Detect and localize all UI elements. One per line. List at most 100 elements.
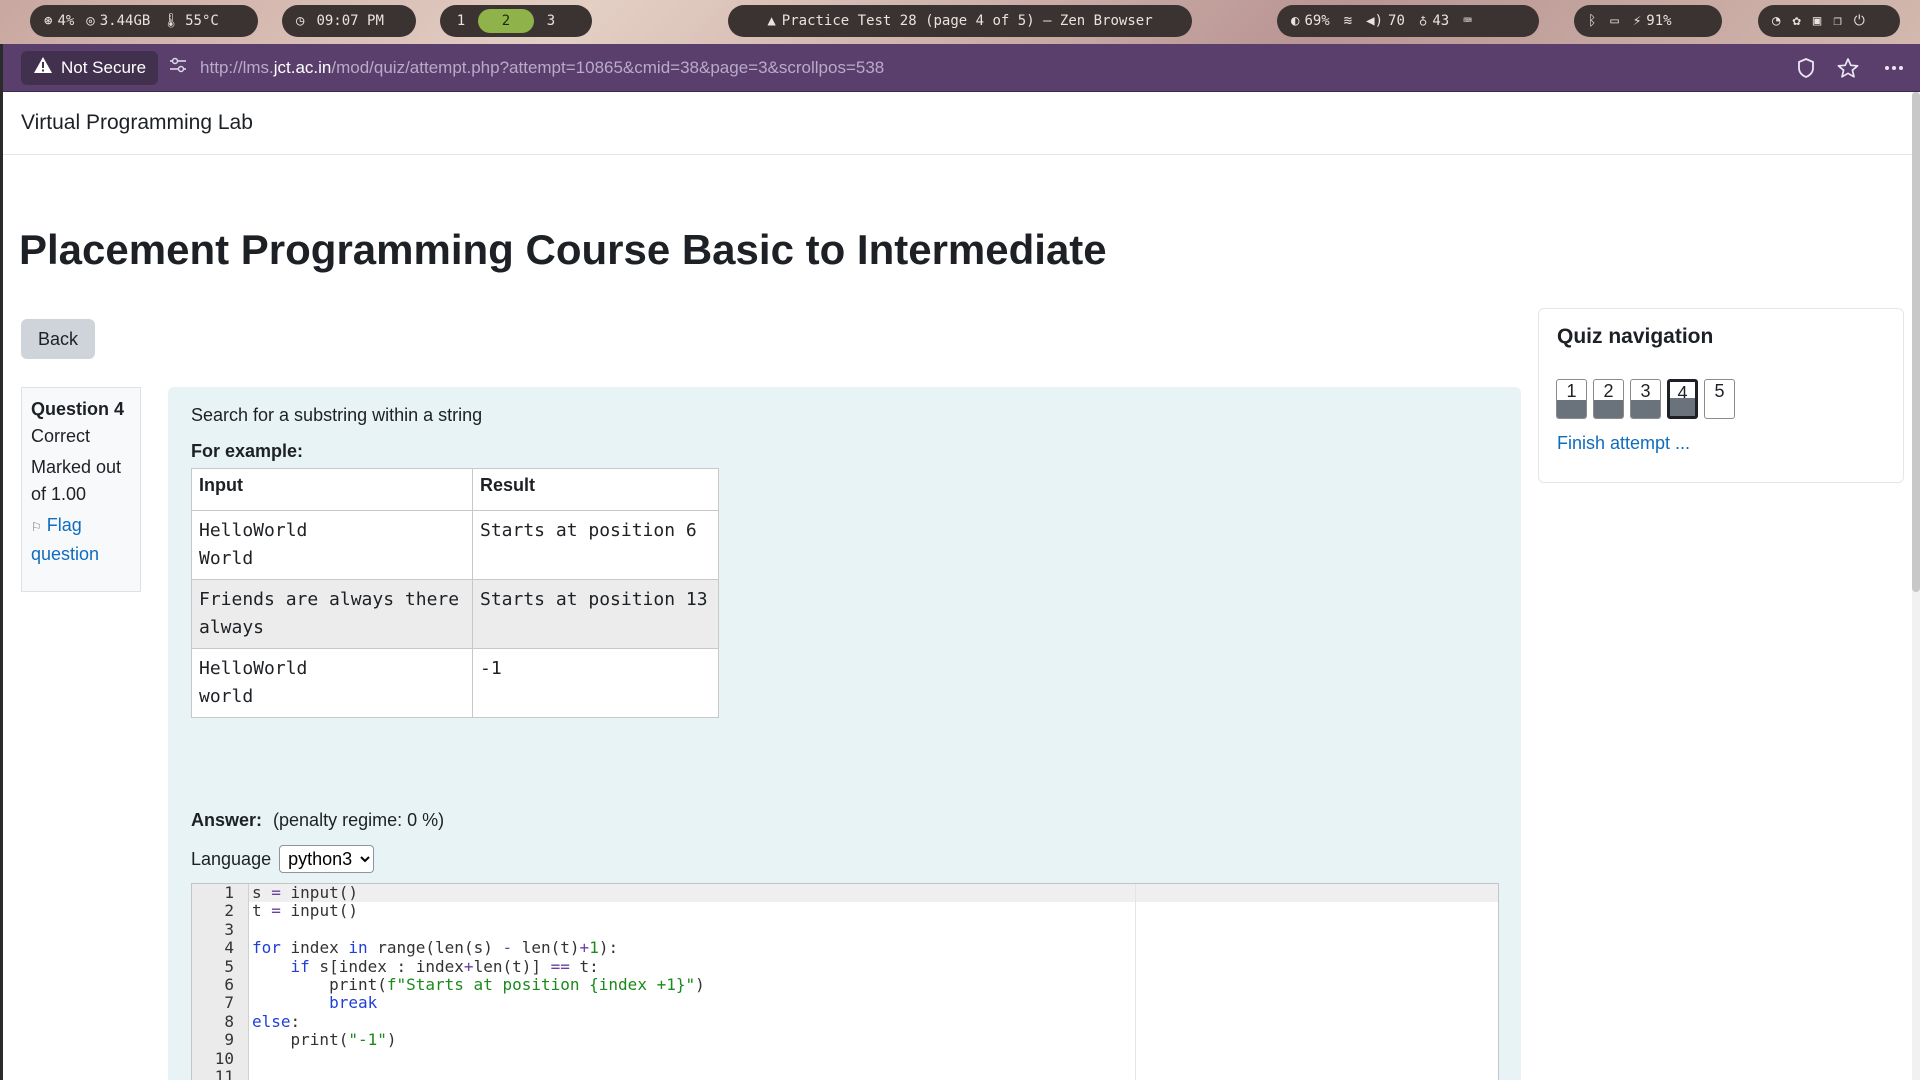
memory-icon: ◎ xyxy=(86,13,95,29)
back-button[interactable]: Back xyxy=(21,319,96,359)
quiz-nav-button-2[interactable]: 2 xyxy=(1593,379,1624,419)
status-indicators: ◐ 69% ≋ ◀) 70 ♁ 43 ⌨ xyxy=(1277,5,1539,37)
code-line[interactable]: 8 else: xyxy=(192,1011,1498,1031)
answered-indicator xyxy=(1557,400,1586,418)
language-select[interactable]: python3 xyxy=(279,845,375,873)
input-line: Friends are always there xyxy=(199,589,460,610)
example-table: Input Result HelloWorld World Starts at p… xyxy=(191,468,719,718)
table-row: HelloWorld world -1 xyxy=(191,648,719,718)
quiz-nav-button-1[interactable]: 1 xyxy=(1556,379,1587,419)
page-scrollbar[interactable] xyxy=(1912,92,1920,1080)
url-prefix: http://lms. xyxy=(200,57,274,77)
table-row: HelloWorld World Starts at position 6 xyxy=(191,510,719,580)
more-menu-icon[interactable] xyxy=(1882,56,1906,80)
security-label: Not Secure xyxy=(61,57,147,77)
answered-indicator xyxy=(1670,398,1695,416)
question-number: Question 4 xyxy=(31,399,125,419)
palette-icon[interactable]: ✿ xyxy=(1792,13,1800,29)
ghost-icon[interactable]: ◔ xyxy=(1772,13,1780,29)
code-line[interactable]: 7 break xyxy=(192,993,1498,1012)
code-text[interactable]: t = input() xyxy=(252,901,358,920)
quiz-navigation-panel: Quiz navigation 1 2 345 Finish attempt ... xyxy=(1538,308,1904,483)
url-domain: jct.ac.in xyxy=(273,57,332,77)
code-text[interactable]: s = input() xyxy=(252,884,358,902)
code-line[interactable]: 4 for index in range(len(s) - len(t)+1): xyxy=(192,938,1498,957)
tray-icons: ◔ ✿ ▣ ❐ ⏻ xyxy=(1758,5,1900,37)
quiz-nav-button-3[interactable]: 3 xyxy=(1630,379,1661,419)
quiz-nav-button-label: 5 xyxy=(1714,381,1725,401)
code-text[interactable]: break xyxy=(252,994,377,1012)
code-line[interactable]: 5 if s[index : index+len(t)] == t: xyxy=(192,957,1498,976)
flag-question-label: Flag question xyxy=(31,515,100,564)
column-header-input: Input xyxy=(191,468,473,511)
star-icon[interactable] xyxy=(1836,56,1860,80)
code-text[interactable]: for index in range(len(s) - len(t)+1): xyxy=(252,938,618,957)
flag-question-link[interactable]: ⚐ Flag question xyxy=(31,515,99,564)
mic-icon[interactable]: ♁ xyxy=(1419,13,1427,29)
quiz-nav-button-4[interactable]: 4 xyxy=(1667,379,1698,419)
code-text[interactable]: print("-1") xyxy=(252,1030,397,1049)
power-icon[interactable]: ⏻ xyxy=(1854,13,1865,29)
code-line[interactable]: 3 xyxy=(192,919,1498,939)
site-header: Virtual Programming Lab xyxy=(3,92,1920,155)
line-number: 2 xyxy=(224,901,234,921)
question-content: Search for a substring within a string F… xyxy=(168,387,1521,1080)
url-text[interactable]: http://lms.jct.ac.in/mod/quiz/attempt.ph… xyxy=(200,58,1776,78)
input-line: always xyxy=(199,617,265,638)
bluetooth-icon[interactable]: ᛒ xyxy=(1588,13,1596,29)
line-number: 11 xyxy=(214,1067,234,1080)
column-header-result: Result xyxy=(472,468,719,511)
line-number: 3 xyxy=(224,919,234,939)
code-line[interactable]: 9 print("-1") xyxy=(192,1030,1498,1050)
battery-icon: ⚡ xyxy=(1632,13,1642,29)
code-line[interactable]: 1 s = input() xyxy=(192,884,1498,902)
clock: ◷ 09:07 PM xyxy=(282,5,416,37)
code-line[interactable]: 11 xyxy=(192,1067,1498,1080)
question-state: Correct xyxy=(31,426,91,446)
code-text[interactable]: if s[index : index+len(t)] == t: xyxy=(252,957,599,976)
finish-attempt-link[interactable]: Finish attempt ... xyxy=(1557,433,1690,454)
code-editor[interactable]: 1 s = input() 2 t = input() 3 4 for index in r… xyxy=(191,883,1499,1080)
url-path: /mod/quiz/attempt.php?attempt=10865&cmid… xyxy=(331,57,885,77)
page-content: Virtual Programming Lab Placement Progra… xyxy=(3,92,1920,1080)
battery-level: 91% xyxy=(1646,13,1672,29)
quiz-nav-button-label: 2 xyxy=(1603,381,1614,401)
example-heading: For example: xyxy=(191,441,304,461)
code-line[interactable]: 2 t = input() xyxy=(192,901,1498,921)
clipboard-icon[interactable]: ❐ xyxy=(1833,13,1841,29)
line-number: 8 xyxy=(224,1011,234,1031)
volume-level: 70 xyxy=(1388,13,1405,29)
volume-icon[interactable]: ◀) xyxy=(1366,13,1383,29)
quiz-nav-button-5[interactable]: 5 xyxy=(1704,379,1735,419)
site-name[interactable]: Virtual Programming Lab xyxy=(21,111,253,135)
code-text[interactable]: print(f"Starts at position {index +1}") xyxy=(252,975,705,994)
answered-indicator xyxy=(1631,400,1660,418)
wifi-icon[interactable]: ≋ xyxy=(1344,13,1352,29)
security-indicator[interactable]: Not Secure xyxy=(21,50,159,85)
system-stats: ⊛ 4% ◎ 3.44GB 🌡︎ 55°C xyxy=(30,5,258,37)
app-arrow-icon: ▲ xyxy=(767,13,776,29)
workspace-3[interactable]: 3 xyxy=(538,13,564,29)
answer-line: Answer: (penalty regime: 0 %) xyxy=(191,810,444,831)
table-header-row: Input Result xyxy=(191,468,719,511)
answered-indicator xyxy=(1594,400,1623,418)
quiz-nav-button-label: 1 xyxy=(1566,381,1577,401)
answer-label: Answer: xyxy=(191,810,263,830)
code-line[interactable]: 6 print(f"Starts at position {index +1}"… xyxy=(192,975,1498,994)
workspace-2[interactable]: 2 xyxy=(478,9,534,33)
workspace-1[interactable]: 1 xyxy=(448,13,474,29)
site-settings-icon[interactable] xyxy=(168,56,188,79)
line-number: 9 xyxy=(224,1030,234,1050)
screenshot-icon[interactable]: ▣ xyxy=(1813,13,1821,29)
url-bar[interactable]: Not Secure http://lms.jct.ac.in/mod/quiz… xyxy=(3,44,1920,92)
code-text[interactable]: else: xyxy=(252,1012,300,1031)
shield-icon[interactable] xyxy=(1794,56,1818,80)
display-icon[interactable]: ▭ xyxy=(1610,13,1618,29)
input-cell: Friends are always there always xyxy=(191,579,473,649)
result-cell: -1 xyxy=(472,648,719,718)
code-line[interactable]: 10 xyxy=(192,1049,1498,1068)
keyboard-icon[interactable]: ⌨ xyxy=(1463,13,1471,29)
quiz-nav-title: Quiz navigation xyxy=(1557,325,1714,348)
clock-icon: ◷ xyxy=(296,13,305,29)
scrollbar-thumb[interactable] xyxy=(1912,92,1920,592)
